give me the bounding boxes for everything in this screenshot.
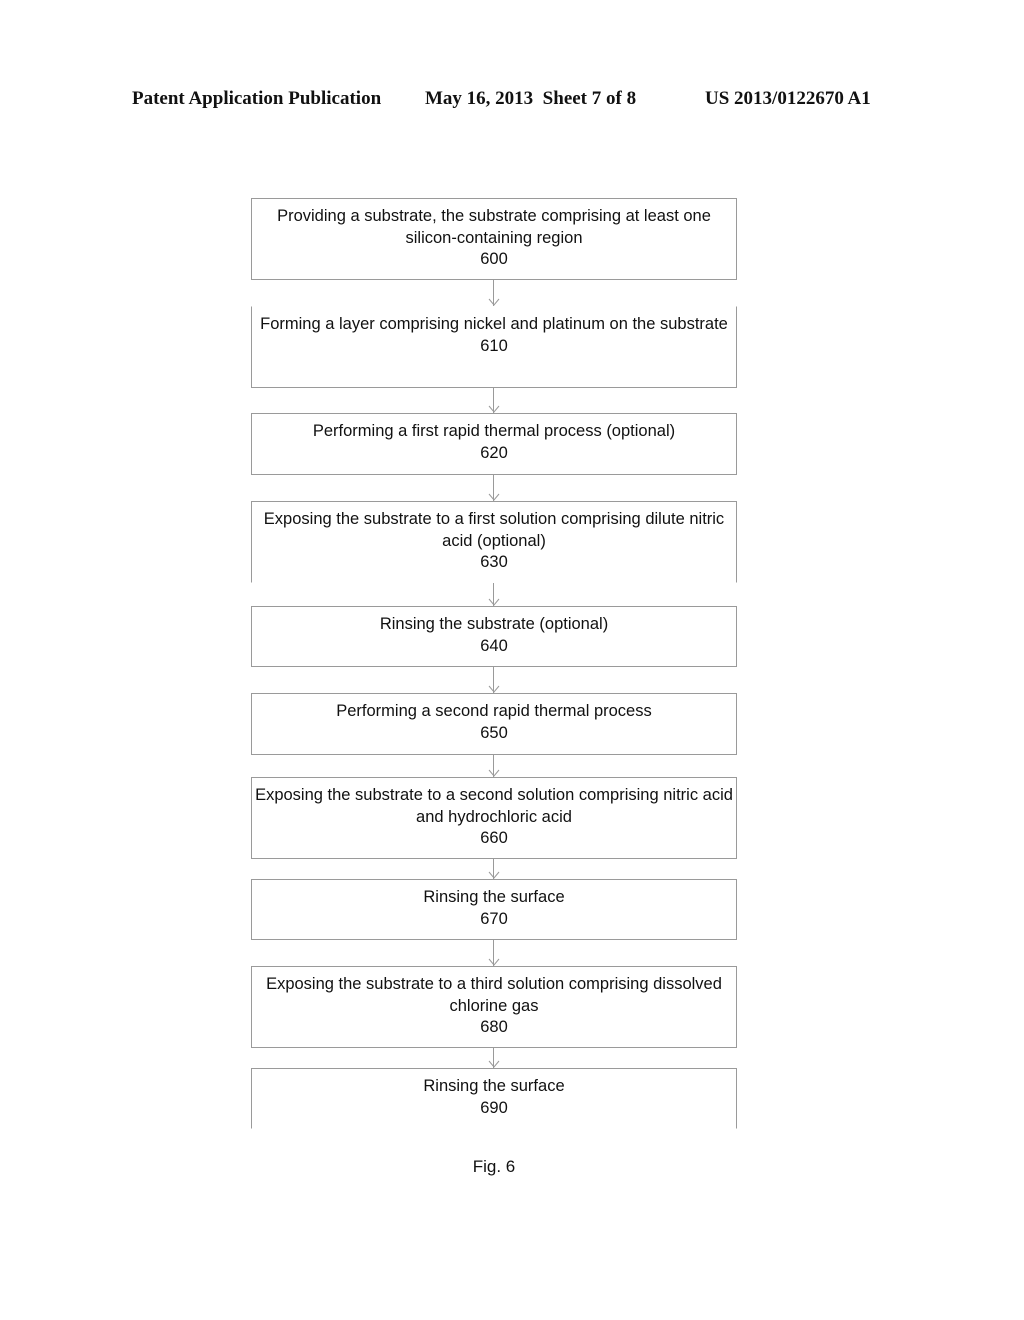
step-box-640: Rinsing the substrate (optional) 640 [251,606,737,667]
flow-arrow [488,755,500,777]
flow-arrow [488,667,500,693]
step-box-650: Performing a second rapid thermal proces… [251,693,737,755]
step-number: 690 [480,1098,508,1117]
step-number: 620 [480,443,508,462]
step-number: 650 [480,723,508,742]
arrowhead-icon [488,598,500,606]
flowchart: Providing a substrate, the substrate com… [0,0,1024,1320]
step-box-600: Providing a substrate, the substrate com… [251,198,737,280]
step-box-610: Forming a layer comprising nickel and pl… [251,306,737,388]
arrowhead-icon [488,958,500,966]
step-text: Providing a substrate, the substrate com… [277,207,711,247]
arrowhead-icon [488,1060,500,1068]
arrowhead-icon [488,685,500,693]
step-text: Exposing the substrate to a second solut… [255,786,733,826]
flow-arrow [488,859,500,879]
arrowhead-icon [488,493,500,501]
flow-arrow [488,280,500,306]
figure-label: Fig. 6 [472,1157,516,1176]
step-box-680: Exposing the substrate to a third soluti… [251,966,737,1048]
flow-arrow [488,1048,500,1068]
step-number: 600 [480,250,508,268]
step-text: Exposing the substrate to a first soluti… [263,510,725,550]
step-number: 680 [480,1018,508,1036]
step-number: 670 [480,909,508,928]
step-text: Rinsing the surface [423,888,565,906]
step-text: Rinsing the surface [423,1077,565,1095]
step-text: Forming a layer comprising nickel and pl… [260,315,728,333]
step-box-670: Rinsing the surface 670 [251,879,737,940]
step-box-690: Rinsing the surface 690 [251,1068,737,1129]
step-number: 630 [480,553,508,571]
step-text: Exposing the substrate to a third soluti… [266,975,722,1015]
flow-arrow [488,475,500,501]
step-box-660: Exposing the substrate to a second solut… [251,777,737,859]
arrowhead-icon [488,405,500,413]
flow-arrow [488,388,500,413]
step-number: 640 [480,636,508,655]
step-number: 610 [480,336,508,355]
arrowhead-icon [488,871,500,879]
step-number: 660 [480,829,508,847]
flow-arrow [488,583,500,606]
arrowhead-icon [488,298,500,306]
step-box-620: Performing a first rapid thermal process… [251,413,737,475]
step-text: Performing a first rapid thermal process… [312,422,676,440]
step-text: Performing a second rapid thermal proces… [336,702,652,720]
flow-arrow [488,940,500,966]
arrowhead-icon [488,769,500,777]
step-box-630: Exposing the substrate to a first soluti… [251,501,737,583]
step-text: Rinsing the substrate (optional) [379,615,609,633]
